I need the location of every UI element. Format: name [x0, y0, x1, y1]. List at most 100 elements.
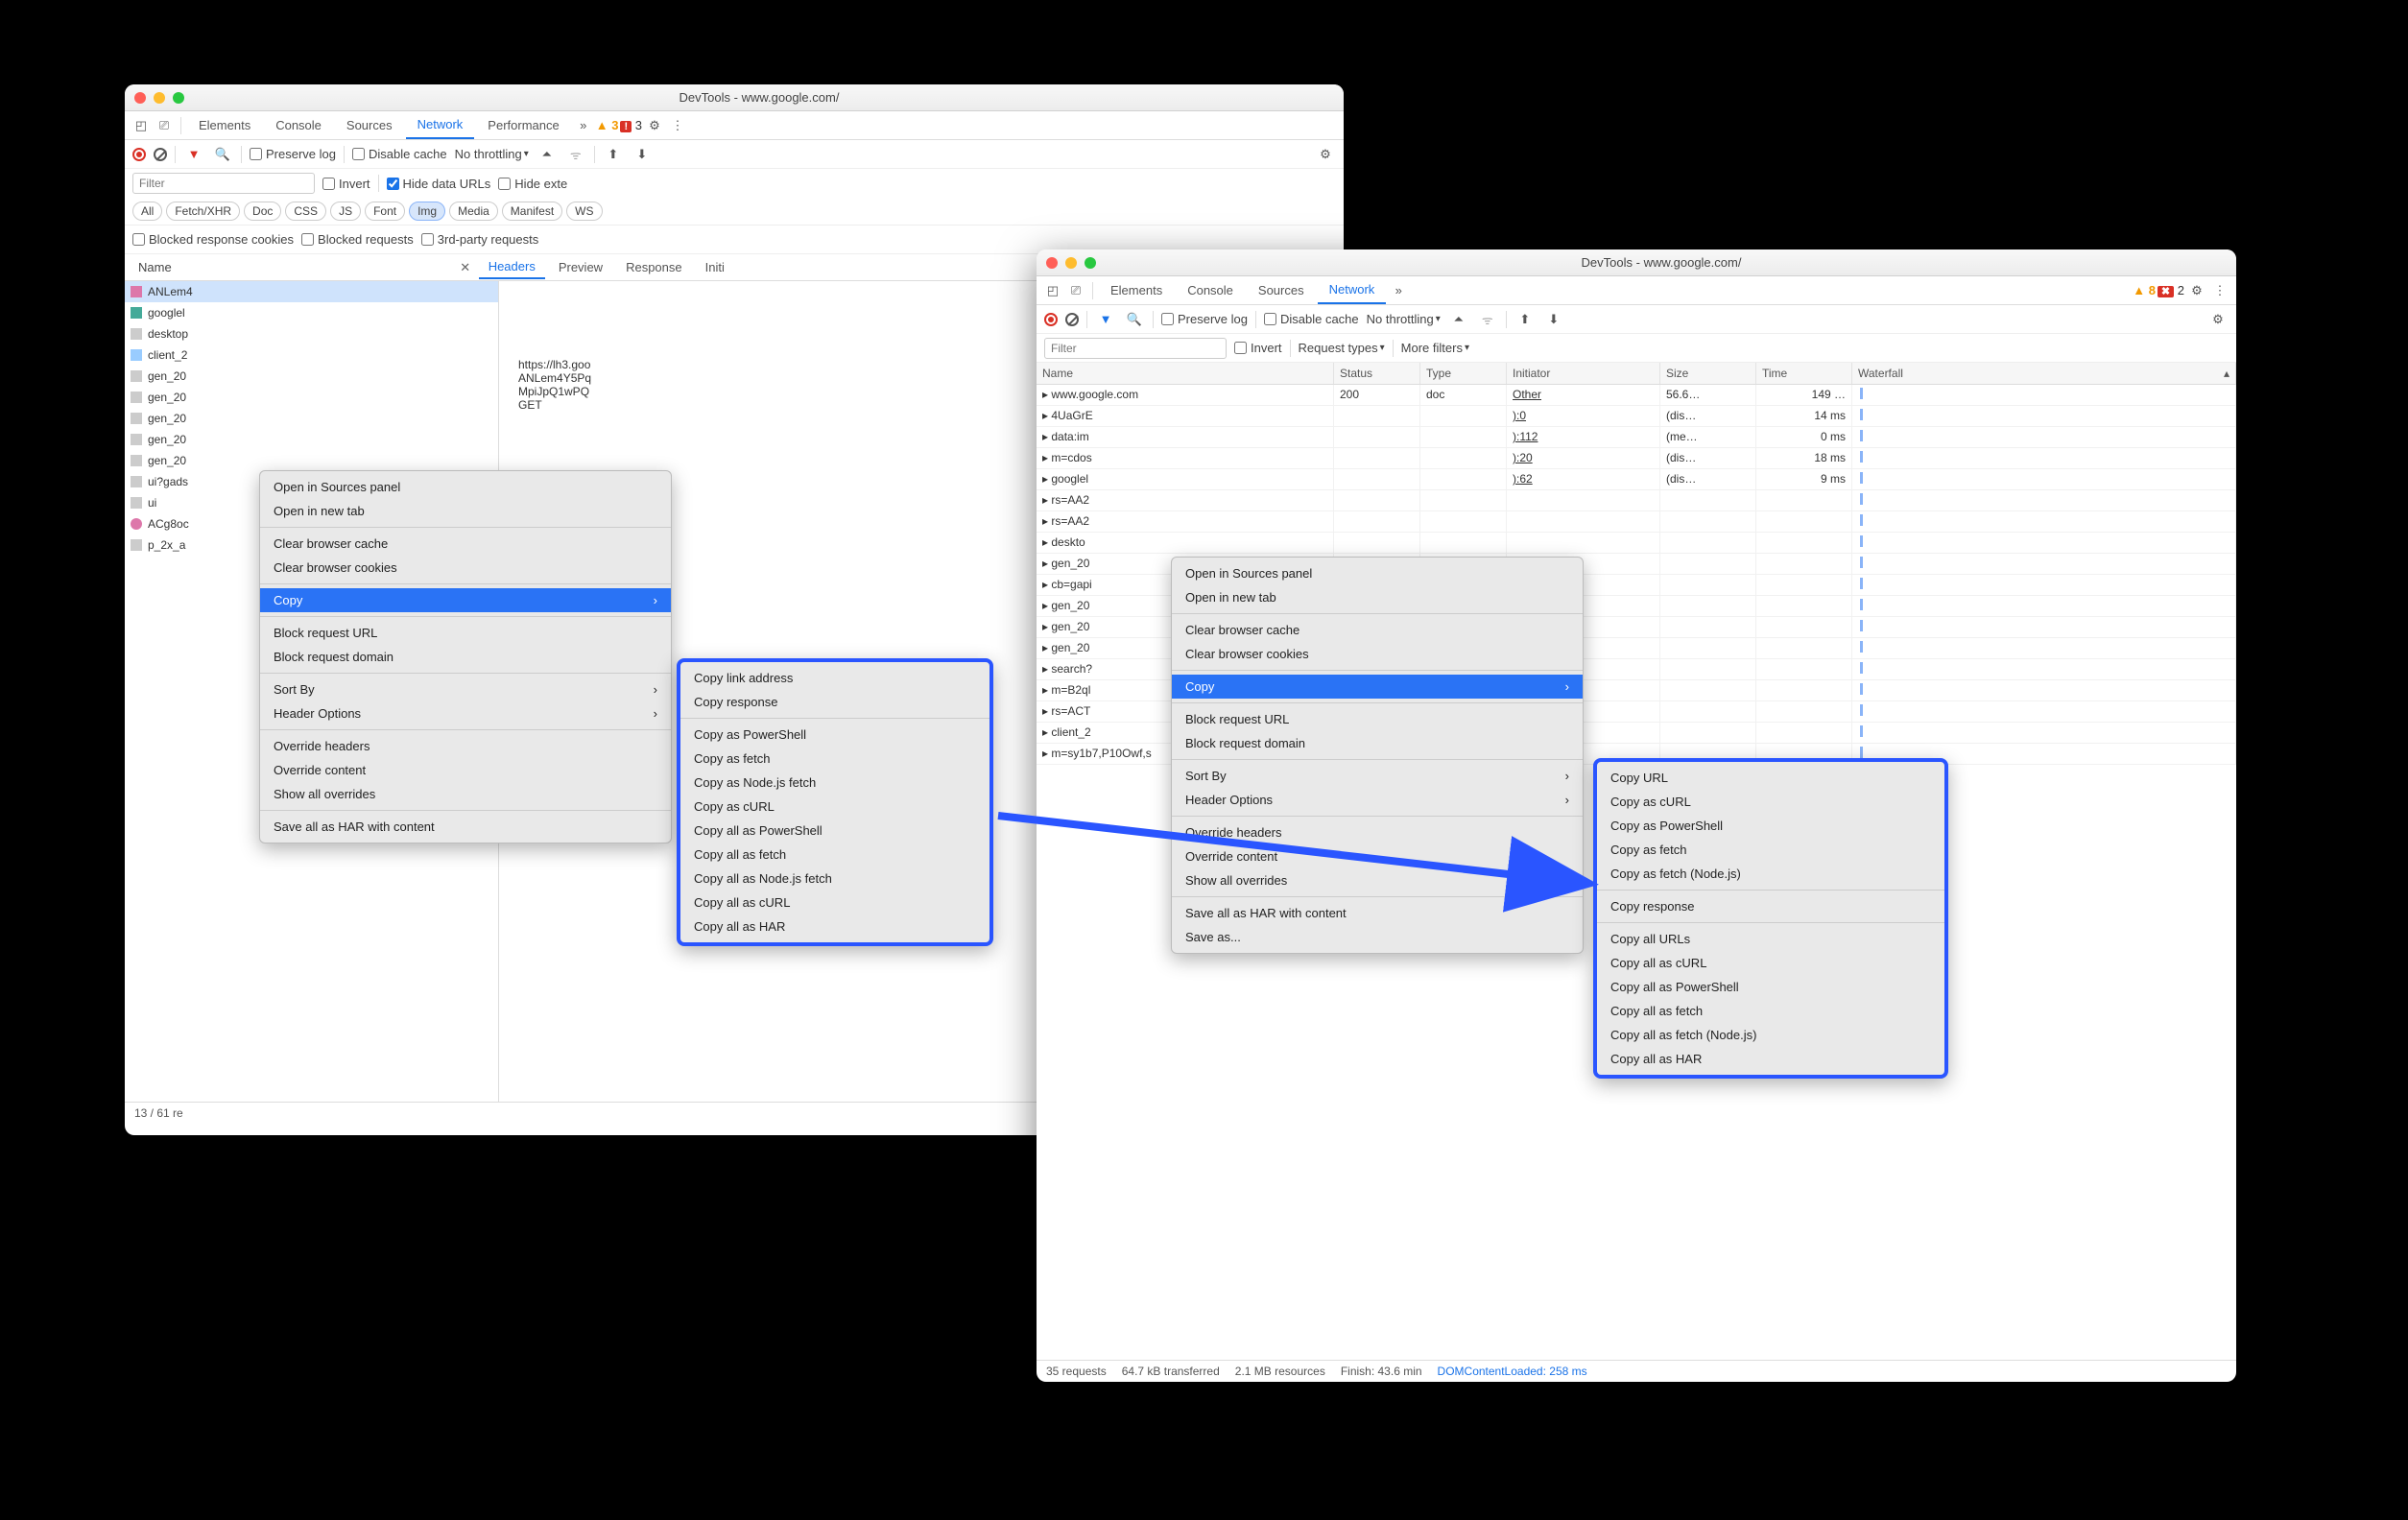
type-img[interactable]: Img: [409, 202, 445, 221]
request-row[interactable]: ▸ rs=AA2: [1037, 490, 2236, 511]
copy-all-as-fetch-nodejs[interactable]: Copy all as fetch (Node.js): [1597, 1023, 1944, 1047]
filter-input[interactable]: [1044, 338, 1227, 359]
error-badge[interactable]: ! 3: [620, 118, 642, 132]
kebab-menu-icon[interactable]: [667, 115, 688, 136]
copy-as-fetch[interactable]: Copy as fetch: [680, 747, 989, 771]
tab-sources[interactable]: Sources: [335, 112, 404, 138]
request-row[interactable]: gen_20: [125, 366, 498, 387]
ctx-sort-by[interactable]: Sort By: [260, 677, 671, 701]
copy-as-fetch-nodejs[interactable]: Copy as fetch (Node.js): [1597, 862, 1944, 886]
warning-badge[interactable]: ▲ 3: [596, 118, 619, 132]
request-row[interactable]: client_2: [125, 344, 498, 366]
wifi-icon[interactable]: ⏶: [1448, 309, 1469, 330]
minimize-window[interactable]: [154, 92, 165, 104]
ctx-sort-by[interactable]: Sort By: [1172, 764, 1583, 788]
ctx-override-headers[interactable]: Override headers: [1172, 820, 1583, 844]
copy-all-as-fetch[interactable]: Copy all as fetch: [680, 843, 989, 867]
request-row[interactable]: ▸ data:im):112(me…0 ms: [1037, 427, 2236, 448]
type-css[interactable]: CSS: [285, 202, 326, 221]
close-window[interactable]: [1046, 257, 1058, 269]
ctx-clear-cache[interactable]: Clear browser cache: [260, 532, 671, 556]
more-tabs-icon[interactable]: »: [1388, 280, 1409, 301]
type-font[interactable]: Font: [365, 202, 405, 221]
ctx-save-har[interactable]: Save all as HAR with content: [1172, 901, 1583, 925]
type-all[interactable]: All: [132, 202, 162, 221]
inspect-icon[interactable]: ◰: [131, 115, 152, 136]
ctx-override-content[interactable]: Override content: [260, 758, 671, 782]
tab-network[interactable]: Network: [1318, 276, 1387, 304]
request-row[interactable]: ▸ googlel):62(dis…9 ms: [1037, 469, 2236, 490]
throttling-select[interactable]: No throttling: [1367, 312, 1441, 326]
ctx-save-as[interactable]: Save as...: [1172, 925, 1583, 949]
ctx-clear-cookies[interactable]: Clear browser cookies: [1172, 642, 1583, 666]
minimize-window[interactable]: [1065, 257, 1077, 269]
copy-response[interactable]: Copy response: [680, 690, 989, 714]
request-types-select[interactable]: Request types: [1299, 341, 1385, 355]
col-size[interactable]: Size: [1660, 363, 1756, 384]
invert-checkbox[interactable]: Invert: [1234, 341, 1282, 355]
disable-cache-checkbox[interactable]: Disable cache: [352, 147, 447, 161]
copy-all-as-fetch[interactable]: Copy all as fetch: [1597, 999, 1944, 1023]
ctx-override-content[interactable]: Override content: [1172, 844, 1583, 868]
search-icon[interactable]: 🔍: [1124, 309, 1145, 330]
record-button[interactable]: [1044, 313, 1058, 326]
copy-all-as-powershell[interactable]: Copy all as PowerShell: [680, 819, 989, 843]
filter-icon[interactable]: ▼: [1095, 309, 1116, 330]
type-doc[interactable]: Doc: [244, 202, 281, 221]
request-row[interactable]: googlel: [125, 302, 498, 323]
request-row[interactable]: ▸ m=cdos):20(dis…18 ms: [1037, 448, 2236, 469]
copy-link-address[interactable]: Copy link address: [680, 666, 989, 690]
blocked-requests-checkbox[interactable]: Blocked requests: [301, 232, 414, 247]
ctx-open-sources[interactable]: Open in Sources panel: [260, 475, 671, 499]
request-row[interactable]: gen_20: [125, 408, 498, 429]
ctx-block-domain[interactable]: Block request domain: [1172, 731, 1583, 755]
kebab-menu-icon[interactable]: [2209, 280, 2230, 301]
subtab-preview[interactable]: Preview: [549, 256, 612, 278]
close-details-icon[interactable]: ✕: [456, 260, 475, 275]
col-name[interactable]: Name: [1037, 363, 1334, 384]
subtab-response[interactable]: Response: [616, 256, 692, 278]
upload-icon[interactable]: ⬆: [1514, 309, 1536, 330]
tab-sources[interactable]: Sources: [1247, 277, 1316, 303]
ctx-copy[interactable]: Copy: [1172, 675, 1583, 699]
tab-elements[interactable]: Elements: [1099, 277, 1174, 303]
wifi-conditions-icon[interactable]: ᯤ: [565, 144, 586, 165]
copy-as-curl[interactable]: Copy as cURL: [680, 795, 989, 819]
copy-all-urls[interactable]: Copy all URLs: [1597, 927, 1944, 951]
ctx-block-url[interactable]: Block request URL: [260, 621, 671, 645]
ctx-copy[interactable]: Copy: [260, 588, 671, 612]
error-badge[interactable]: ✖ 2: [2158, 283, 2184, 297]
subtab-initiator[interactable]: Initi: [696, 256, 734, 278]
clear-button[interactable]: [1065, 313, 1079, 326]
copy-all-as-curl[interactable]: Copy all as cURL: [1597, 951, 1944, 975]
copy-url[interactable]: Copy URL: [1597, 766, 1944, 790]
ctx-override-headers[interactable]: Override headers: [260, 734, 671, 758]
network-settings-icon[interactable]: [2207, 309, 2229, 330]
ctx-open-tab[interactable]: Open in new tab: [1172, 585, 1583, 609]
ctx-show-overrides[interactable]: Show all overrides: [1172, 868, 1583, 892]
invert-checkbox[interactable]: Invert: [322, 177, 370, 191]
copy-as-fetch[interactable]: Copy as fetch: [1597, 838, 1944, 862]
maximize-window[interactable]: [1085, 257, 1096, 269]
ctx-header-options[interactable]: Header Options: [1172, 788, 1583, 812]
subtab-headers[interactable]: Headers: [479, 255, 545, 279]
third-party-checkbox[interactable]: 3rd-party requests: [421, 232, 539, 247]
request-row[interactable]: gen_20: [125, 387, 498, 408]
copy-all-as-nodejs-fetch[interactable]: Copy all as Node.js fetch: [680, 867, 989, 891]
device-icon[interactable]: ⎚: [1065, 280, 1086, 301]
record-button[interactable]: [132, 148, 146, 161]
ctx-clear-cache[interactable]: Clear browser cache: [1172, 618, 1583, 642]
copy-as-curl[interactable]: Copy as cURL: [1597, 790, 1944, 814]
request-row[interactable]: ▸ www.google.com200docOther56.6…149 …: [1037, 385, 2236, 406]
copy-as-nodejs-fetch[interactable]: Copy as Node.js fetch: [680, 771, 989, 795]
wifi-icon[interactable]: ⏶: [536, 144, 558, 165]
upload-icon[interactable]: ⬆: [603, 144, 624, 165]
disable-cache-checkbox[interactable]: Disable cache: [1264, 312, 1359, 326]
copy-as-powershell[interactable]: Copy as PowerShell: [680, 723, 989, 747]
close-window[interactable]: [134, 92, 146, 104]
blocked-cookies-checkbox[interactable]: Blocked response cookies: [132, 232, 294, 247]
copy-all-as-curl[interactable]: Copy all as cURL: [680, 891, 989, 914]
type-ws[interactable]: WS: [566, 202, 602, 221]
tab-elements[interactable]: Elements: [187, 112, 262, 138]
request-row[interactable]: ▸ deskto: [1037, 533, 2236, 554]
